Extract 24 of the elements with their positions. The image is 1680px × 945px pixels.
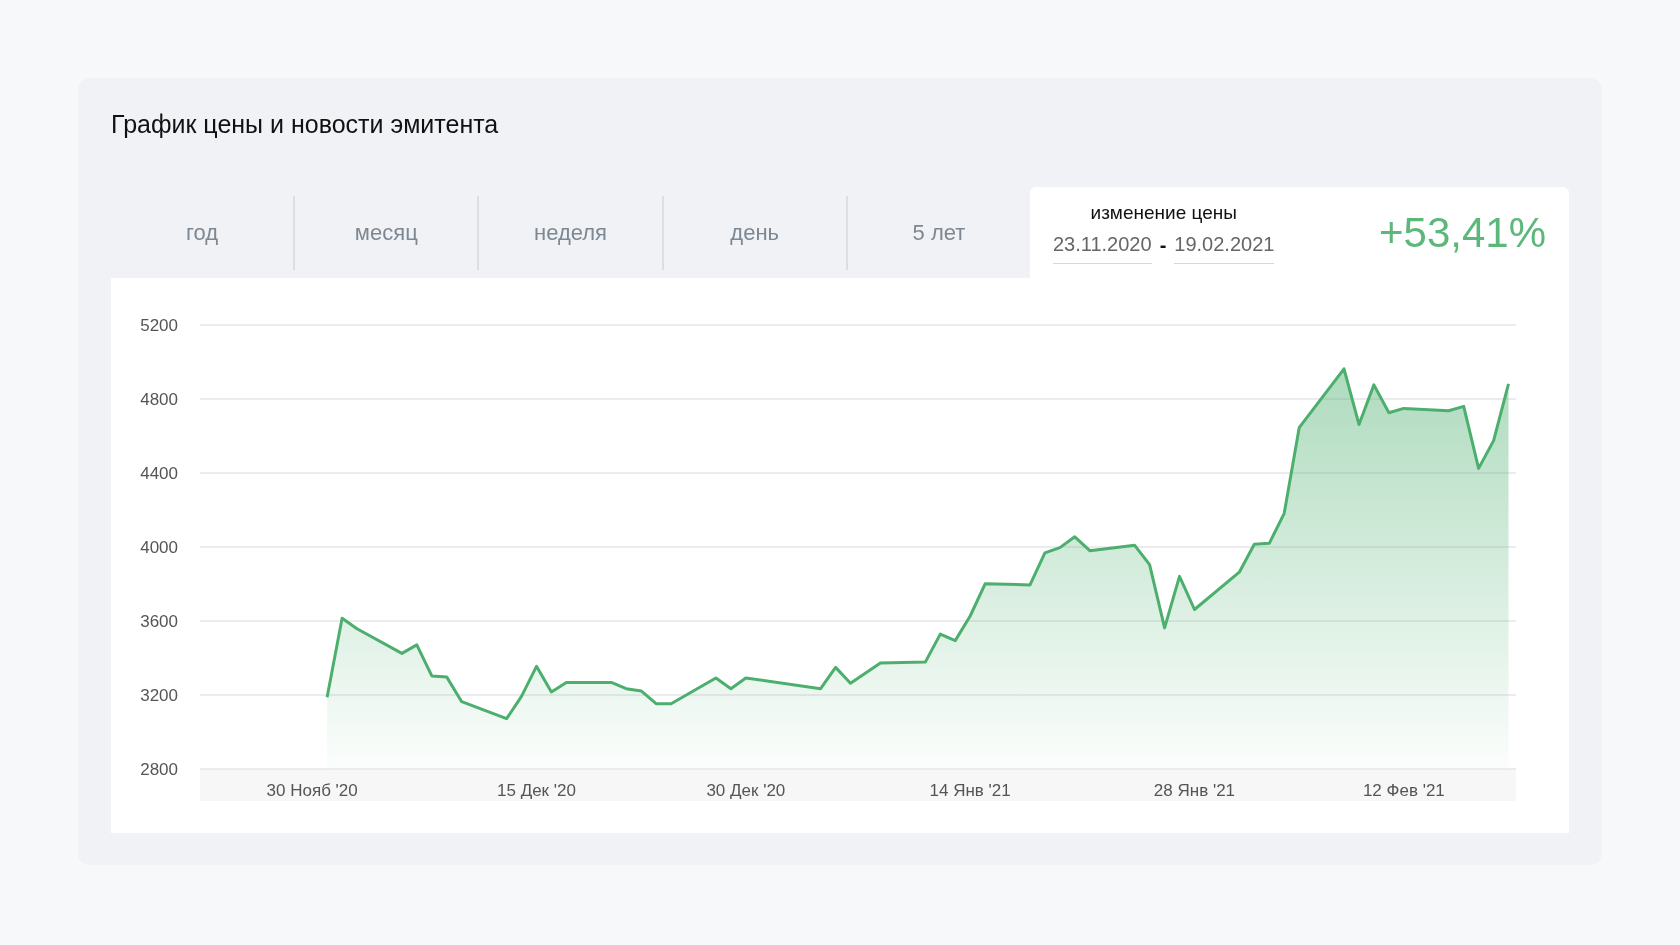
period-tab[interactable]: год <box>186 216 219 249</box>
y-axis-label: 3600 <box>140 612 178 631</box>
x-axis-label: 30 Дек '20 <box>706 781 786 800</box>
date-field[interactable]: 23.11.2020 <box>1053 225 1152 264</box>
period-tab[interactable]: неделя <box>534 216 607 249</box>
y-axis-label: 4400 <box>140 464 178 483</box>
period-tab[interactable]: 5 лет <box>912 216 966 249</box>
x-axis-label: 14 Янв '21 <box>929 781 1011 800</box>
period-tab[interactable]: месяц <box>354 216 418 249</box>
price-change-label: изменение цены <box>1090 201 1237 225</box>
date-field[interactable]: 19.02.2021 <box>1174 225 1275 264</box>
y-axis-label: 4000 <box>140 538 178 557</box>
x-axis-label: 30 Нояб '20 <box>266 781 358 800</box>
x-axis-label: 15 Дек '20 <box>497 781 576 800</box>
x-axis-label: 12 Фев '21 <box>1362 781 1445 800</box>
period-tab[interactable]: день <box>730 216 780 249</box>
card-title: График цены и новости эмитента <box>111 109 500 140</box>
price-change-value: +53,41% <box>1379 208 1546 258</box>
y-axis-label: 2800 <box>140 760 178 779</box>
date-separator: - <box>1159 232 1167 258</box>
y-axis-label: 3200 <box>140 686 178 705</box>
x-axis-label: 28 Янв '21 <box>1153 781 1236 800</box>
y-axis-label: 4800 <box>140 390 178 409</box>
y-axis-label: 5200 <box>140 316 178 335</box>
